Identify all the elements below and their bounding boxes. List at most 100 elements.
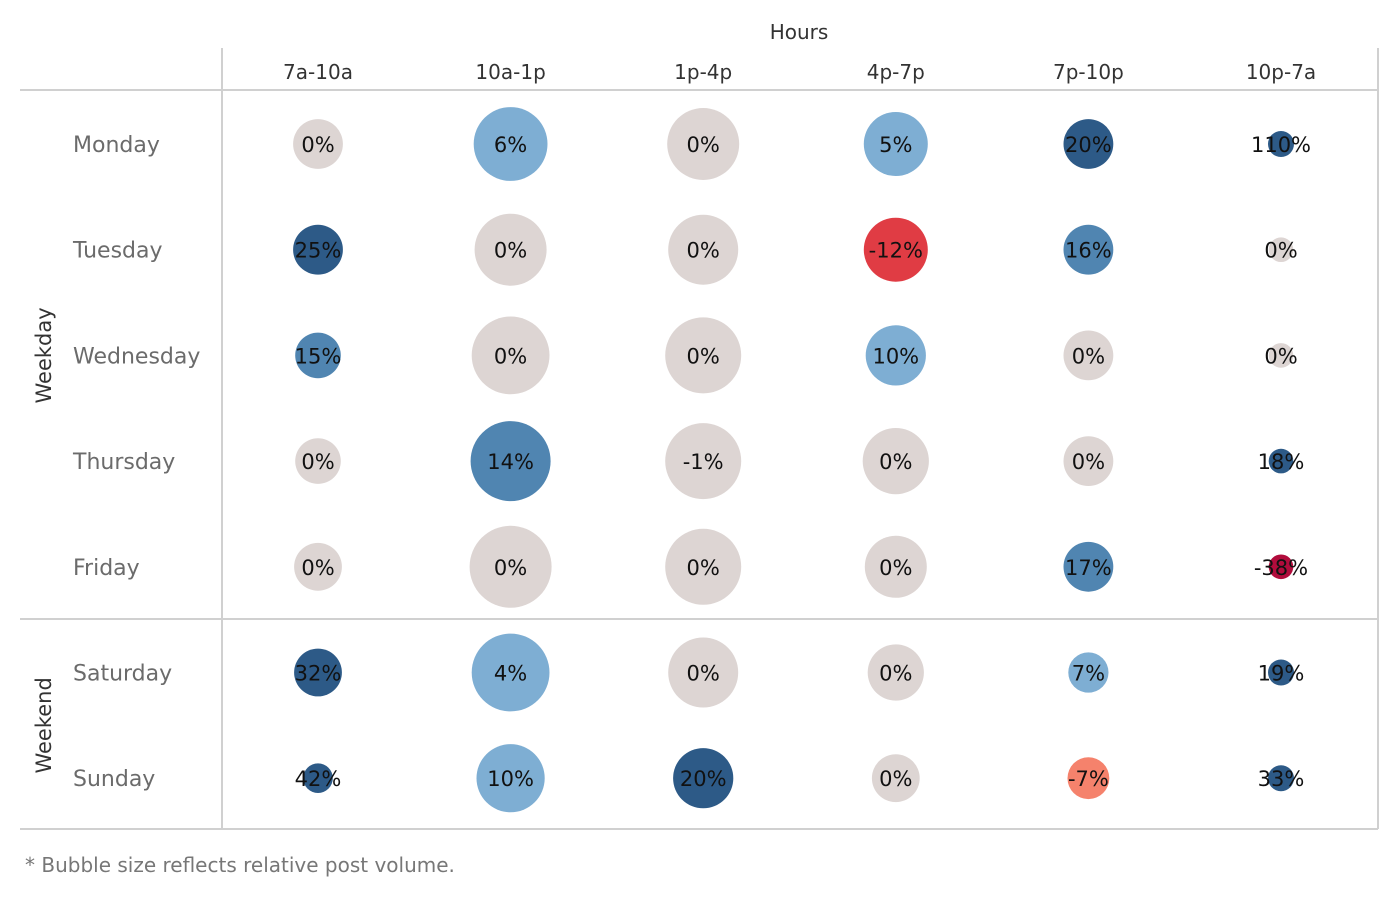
- bubble-cell: 0%: [867, 644, 924, 701]
- bubble-cell: 0%: [667, 108, 740, 180]
- bubble-cell: 5%: [863, 112, 928, 176]
- bubble-cell: 33%: [1258, 765, 1305, 792]
- bubble-cell: 4%: [471, 633, 550, 712]
- bubble-label: 0%: [879, 662, 912, 686]
- bubble-label: 5%: [879, 133, 912, 157]
- column-header: 4p-7p: [867, 60, 925, 84]
- column-axis-title: Hours: [770, 20, 829, 44]
- bubble-label: -1%: [683, 450, 724, 474]
- bubble-cell: 0%: [862, 428, 929, 495]
- bubble-label: 7%: [1072, 662, 1105, 686]
- bubble-cell: 0%: [295, 438, 341, 484]
- bubble-cell: -1%: [665, 423, 742, 500]
- bubble-label: 15%: [295, 344, 342, 368]
- bubble-cell: 0%: [1063, 436, 1114, 486]
- bubble-label: 0%: [301, 450, 334, 474]
- column-header: 10a-1p: [475, 60, 545, 84]
- bubble-label: -38%: [1254, 556, 1308, 580]
- bubble-cell: 25%: [293, 224, 343, 275]
- bubble-cell: 0%: [294, 542, 342, 591]
- bubble-label: 0%: [301, 556, 334, 580]
- bubble-label: 0%: [494, 239, 527, 263]
- bubble-cell: 0%: [469, 525, 552, 608]
- row-label: Saturday: [73, 662, 172, 687]
- bubble-label: 0%: [879, 450, 912, 474]
- column-header: 7p-10p: [1053, 60, 1124, 84]
- column-header: 7a-10a: [283, 60, 353, 84]
- bubble-label: 0%: [494, 344, 527, 368]
- row-group-labels: Weekday Weekend: [32, 307, 56, 773]
- row-group-label: Weekday: [32, 307, 56, 403]
- bubble-label: 0%: [687, 133, 720, 157]
- bubble-cell: 15%: [295, 332, 342, 379]
- bubble-label: 33%: [1258, 767, 1305, 791]
- bubble-cell: 0%: [668, 214, 739, 285]
- row-label: Wednesday: [73, 344, 200, 369]
- bubble-label: 19%: [1258, 662, 1305, 686]
- bubble-label: 110%: [1251, 133, 1311, 157]
- bubble-label: 0%: [1072, 450, 1105, 474]
- bubble-label: 0%: [1264, 239, 1297, 263]
- bubble-cell: 0%: [864, 535, 927, 598]
- bubble-label: 10%: [487, 767, 534, 791]
- bubble-cell: 10%: [476, 744, 545, 813]
- bubbles: 0% 6% 0% 5% 20% 110% 25% 0% 0% -12% 16% 0% 15% 0% 0% 10…: [293, 107, 1311, 813]
- bubble-cell: 42%: [295, 763, 342, 793]
- bubble-label: 10%: [872, 344, 919, 368]
- bubble-label: 17%: [1065, 556, 1112, 580]
- bubble-cell: 110%: [1251, 131, 1311, 157]
- bubble-label: 6%: [494, 133, 527, 157]
- bubble-cell: 0%: [474, 213, 547, 286]
- bubble-cell: 20%: [1063, 119, 1114, 169]
- bubble-cell: 0%: [665, 528, 742, 605]
- bubble-cell: 16%: [1063, 224, 1114, 275]
- bubble-cell: 32%: [294, 648, 342, 697]
- bubble-cell: 14%: [470, 421, 551, 502]
- row-label: Friday: [73, 556, 140, 581]
- bubble-cell: 0%: [665, 317, 742, 394]
- bubble-label: -12%: [869, 239, 923, 263]
- bubble-cell: 0%: [668, 637, 739, 708]
- bubble-cell: 0%: [1264, 343, 1298, 368]
- bubble-label: 20%: [680, 767, 727, 791]
- row-labels: Monday Tuesday Wednesday Thursday Friday Satu…: [72, 133, 200, 792]
- bubble-label: 0%: [687, 662, 720, 686]
- bubble-label: 0%: [494, 556, 527, 580]
- bubble-cell: 6%: [473, 107, 548, 181]
- bubble-label: 32%: [295, 662, 342, 686]
- bubble-cell: 18%: [1258, 448, 1305, 474]
- row-group-label: Weekend: [32, 677, 56, 773]
- bubble-cell: 20%: [673, 748, 734, 809]
- row-label: Sunday: [73, 767, 155, 792]
- bubble-label: 0%: [687, 239, 720, 263]
- bubble-label: 14%: [487, 450, 534, 474]
- bubble-label: 0%: [301, 133, 334, 157]
- bubble-cell: -12%: [863, 217, 928, 282]
- bubble-label: 0%: [879, 556, 912, 580]
- column-headers: 7a-10a 10a-1p 1p-4p 4p-7p 7p-10p 10p-7a: [283, 60, 1316, 84]
- bubble-label: 18%: [1258, 450, 1305, 474]
- bubble-cell: -7%: [1067, 757, 1110, 800]
- bubble-label: 20%: [1065, 133, 1112, 157]
- footnote: * Bubble size reflects relative post vol…: [25, 853, 455, 877]
- bubble-cell: 0%: [1264, 237, 1298, 263]
- bubble-label: 0%: [1264, 344, 1297, 368]
- bubble-cell: -38%: [1254, 554, 1308, 580]
- bubble-cell: 7%: [1068, 652, 1109, 693]
- bubble-label: 0%: [687, 556, 720, 580]
- bubble-matrix-chart: Hours 7a-10a 10a-1p 1p-4p 4p-7p 7p-10p 10p-7a…: [20, 20, 1379, 877]
- bubble-cell: 0%: [471, 316, 550, 395]
- bubble-label: -7%: [1068, 767, 1109, 791]
- row-label: Monday: [73, 133, 160, 158]
- bubble-label: 0%: [1072, 344, 1105, 368]
- bubble-label: 4%: [494, 662, 527, 686]
- bubble-cell: 10%: [865, 325, 926, 386]
- bubble-cell: 19%: [1258, 659, 1305, 686]
- bubble-cell: 0%: [871, 754, 920, 803]
- column-header: 10p-7a: [1246, 60, 1316, 84]
- column-header: 1p-4p: [674, 60, 732, 84]
- bubble-label: 0%: [687, 344, 720, 368]
- bubble-label: 25%: [295, 239, 342, 263]
- bubble-label: 42%: [295, 767, 342, 791]
- bubble-label: 16%: [1065, 239, 1112, 263]
